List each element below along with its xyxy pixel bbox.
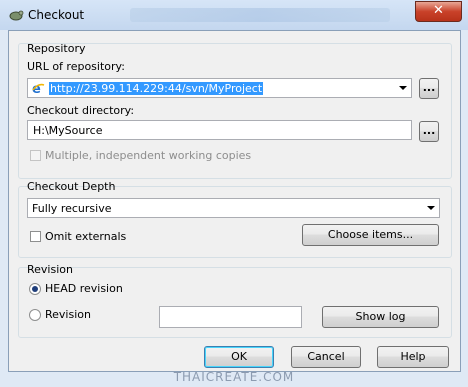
multiple-working-copies-checkbox[interactable] bbox=[30, 150, 41, 161]
title-bar: Checkout ✕ bbox=[0, 0, 468, 30]
checkout-directory-label: Checkout directory: bbox=[27, 104, 135, 117]
show-log-button[interactable]: Show log bbox=[322, 306, 439, 328]
omit-externals-checkbox[interactable] bbox=[30, 231, 41, 242]
url-value: http://23.99.114.229:44/svn/MyProject bbox=[49, 82, 264, 95]
window-title: Checkout bbox=[28, 8, 85, 22]
tortoise-icon bbox=[9, 10, 24, 21]
url-combo[interactable]: e http://23.99.114.229:44/svn/MyProject bbox=[27, 78, 412, 98]
checkout-depth-group bbox=[18, 186, 452, 258]
revision-input[interactable] bbox=[159, 306, 302, 328]
checkout-directory-input[interactable]: H:\MySource bbox=[27, 120, 412, 140]
cancel-button[interactable]: Cancel bbox=[291, 346, 361, 368]
url-browse-button[interactable]: ... bbox=[419, 78, 439, 99]
revision-group-label: Revision bbox=[27, 263, 73, 276]
help-button[interactable]: Help bbox=[377, 346, 449, 368]
dialog-body: Repository URL of repository: e http://2… bbox=[8, 30, 461, 372]
internet-explorer-icon: e bbox=[32, 82, 45, 95]
chevron-down-icon[interactable] bbox=[399, 86, 407, 90]
ok-button[interactable]: OK bbox=[204, 346, 274, 368]
depth-combo[interactable]: Fully recursive bbox=[27, 198, 440, 218]
omit-externals-label: Omit externals bbox=[45, 230, 127, 243]
watermark: THAICREATE.COM bbox=[173, 370, 295, 384]
choose-items-button[interactable]: Choose items... bbox=[302, 224, 439, 246]
head-revision-radio[interactable] bbox=[29, 283, 41, 295]
depth-value: Fully recursive bbox=[32, 202, 112, 215]
multiple-working-copies-label: Multiple, independent working copies bbox=[45, 149, 252, 162]
chevron-down-icon[interactable] bbox=[427, 206, 435, 210]
checkout-directory-value: H:\MySource bbox=[33, 124, 103, 137]
repository-group-label: Repository bbox=[27, 42, 86, 55]
radio-selected-dot bbox=[32, 286, 38, 292]
head-revision-label: HEAD revision bbox=[45, 282, 123, 295]
checkout-depth-label: Checkout Depth bbox=[27, 180, 116, 193]
directory-browse-button[interactable]: ... bbox=[419, 121, 439, 142]
background-toolbar-blur bbox=[130, 8, 390, 22]
revision-radio[interactable] bbox=[29, 309, 41, 321]
revision-label: Revision bbox=[45, 308, 91, 321]
close-button[interactable]: ✕ bbox=[415, 1, 462, 22]
url-label: URL of repository: bbox=[27, 60, 125, 73]
